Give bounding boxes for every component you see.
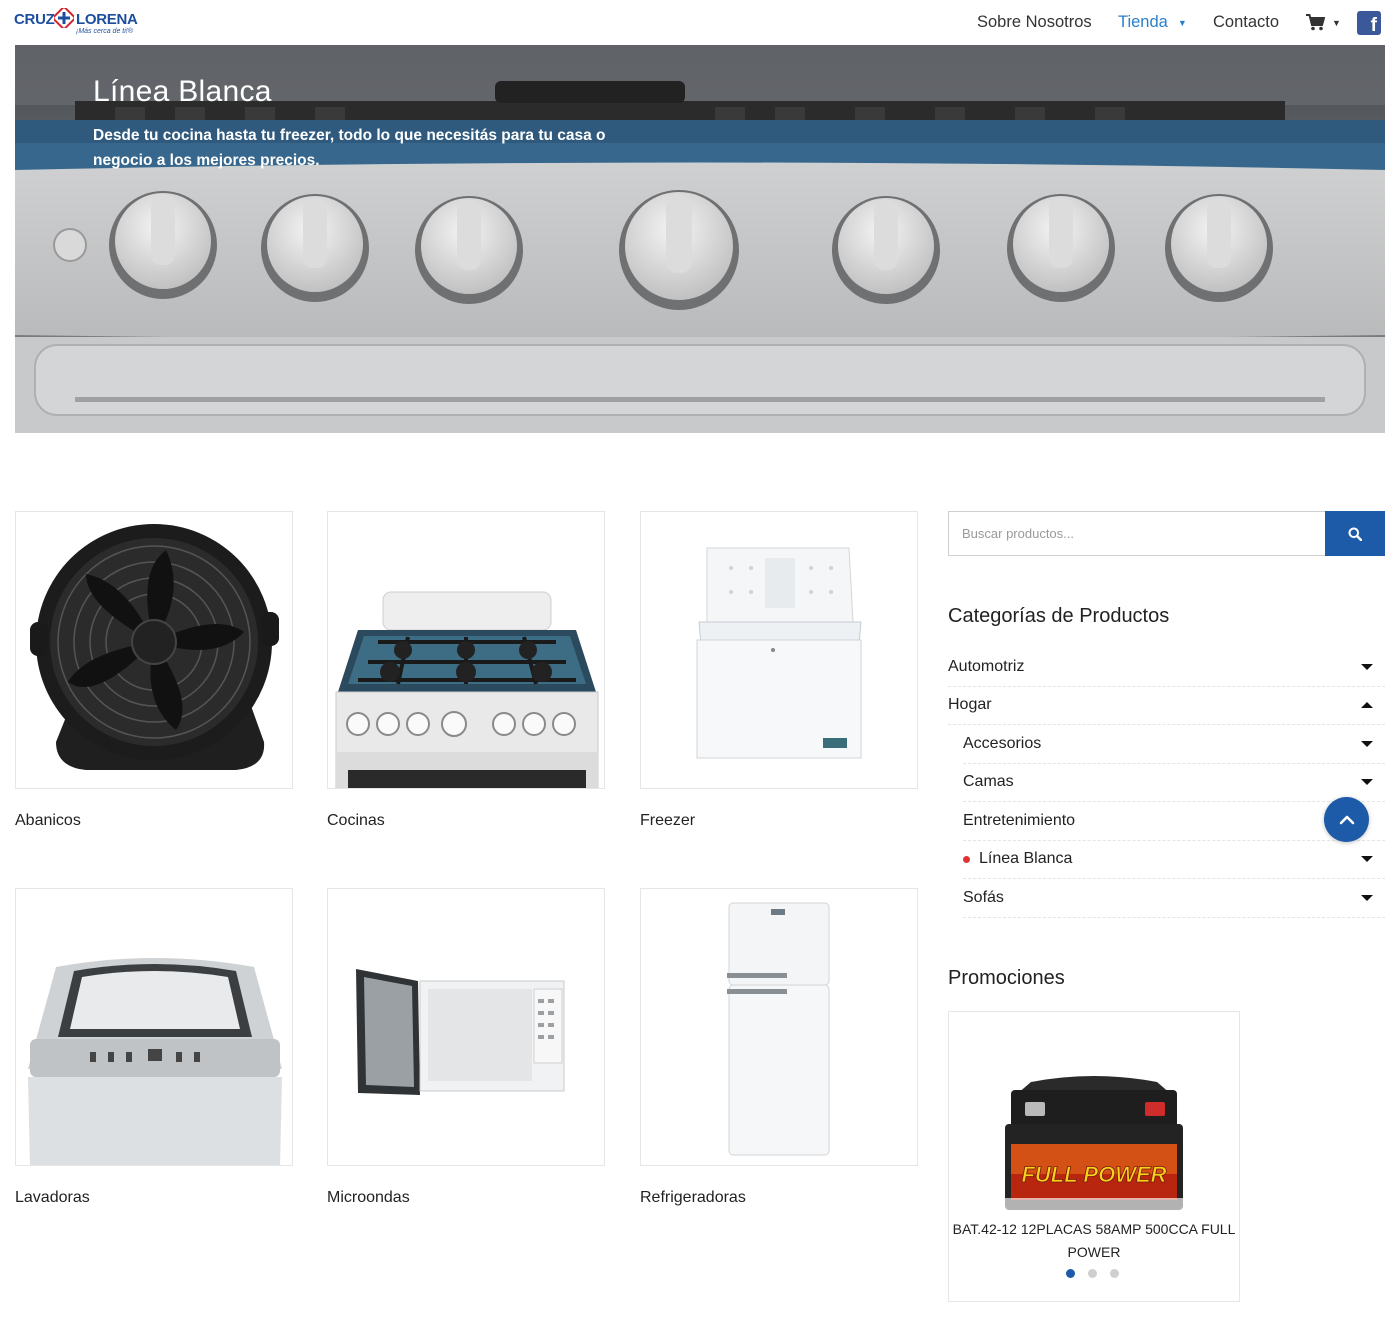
brand-tagline: ¡Más cerca de ti!®: [76, 28, 133, 35]
cart-icon: [1306, 14, 1325, 31]
product-card-cocinas[interactable]: Cocinas: [327, 511, 605, 829]
category-item-linea-blanca[interactable]: Línea Blanca: [963, 841, 1385, 879]
product-card-microondas[interactable]: Microondas: [327, 888, 605, 1206]
chevron-up-icon: [1339, 815, 1354, 824]
site-header: CRUZ LORENA ¡Más cerca de ti!® Sobre Nos…: [0, 0, 1400, 45]
category-label: Automotriz: [948, 657, 1025, 675]
promotions-heading: Promociones: [948, 967, 1065, 989]
product-card-refrigeradoras[interactable]: Refrigeradoras: [640, 888, 918, 1206]
product-name[interactable]: Microondas: [327, 1189, 410, 1207]
category-label: Camas: [963, 773, 1014, 791]
hero-banner: Línea Blanca Desde tu cocina hasta tu fr…: [15, 45, 1385, 433]
stove-icon: [335, 591, 599, 788]
caret-down-icon[interactable]: [1361, 856, 1373, 863]
fan-image[interactable]: [15, 511, 293, 789]
brand-cross-icon: [54, 8, 74, 28]
carousel-dot-1[interactable]: [1066, 1269, 1075, 1278]
stove-image[interactable]: [327, 511, 605, 789]
categories-heading: Categorías de Productos: [948, 605, 1170, 627]
brand-logo[interactable]: CRUZ LORENA ¡Más cerca de ti!®: [14, 7, 138, 39]
product-name[interactable]: Lavadoras: [15, 1189, 90, 1207]
carousel-dot-2[interactable]: [1088, 1269, 1097, 1278]
back-to-top-button[interactable]: [1324, 797, 1369, 842]
nav-shop-label: Tienda: [1118, 13, 1168, 31]
category-label: Entretenimiento: [963, 811, 1076, 829]
caret-down-icon: ▼: [1332, 17, 1341, 28]
fridge-image[interactable]: [640, 888, 918, 1166]
product-search: [948, 511, 1385, 556]
fan-icon: [30, 524, 279, 770]
microwave-image[interactable]: [327, 888, 605, 1166]
category-label: Línea Blanca: [979, 850, 1073, 868]
carousel-dots: [1066, 1269, 1119, 1278]
product-card-abanicos[interactable]: Abanicos: [15, 511, 293, 829]
search-icon: [1348, 527, 1362, 541]
brand-name-left: CRUZ: [14, 11, 55, 28]
product-name[interactable]: Cocinas: [327, 812, 385, 830]
category-list: Automotriz Hogar Accesorios Camas Entret…: [948, 648, 1385, 918]
facebook-icon: f: [1357, 10, 1381, 35]
promo-product-name[interactable]: BAT.42-12 12PLACAS 58AMP 500CCA FULL POW…: [949, 1218, 1239, 1264]
battery-brand-text: FULL POWER: [1021, 1162, 1166, 1187]
freezer-image[interactable]: [640, 511, 918, 789]
category-item-accesorios[interactable]: Accesorios: [963, 725, 1385, 764]
battery-image[interactable]: FULL POWER: [1001, 1074, 1187, 1214]
promo-carousel[interactable]: FULL POWER BAT.42-12 12PLACAS 58AMP 500C…: [948, 1011, 1240, 1302]
fridge-icon: [727, 902, 830, 1156]
caret-up-icon[interactable]: [1361, 702, 1373, 709]
caret-down-icon[interactable]: [1361, 740, 1373, 747]
product-card-freezer[interactable]: Freezer: [640, 511, 918, 829]
caret-down-icon: ▼: [1177, 17, 1187, 28]
category-label: Hogar: [948, 696, 992, 714]
category-item-entretenimiento[interactable]: Entretenimiento: [963, 802, 1385, 841]
search-button[interactable]: [1325, 511, 1385, 556]
category-item-hogar[interactable]: Hogar: [948, 687, 1385, 725]
caret-down-icon[interactable]: [1361, 663, 1373, 670]
hero-subtitle: Desde tu cocina hasta tu freezer, todo l…: [93, 127, 606, 169]
nav-shop-link[interactable]: Tienda ▼: [1118, 0, 1187, 45]
microwave-icon: [356, 969, 565, 1095]
product-card-lavadoras[interactable]: Lavadoras: [15, 888, 293, 1206]
nav-cart-button[interactable]: ▼: [1306, 0, 1341, 45]
product-name[interactable]: Abanicos: [15, 812, 81, 830]
hero-title: Línea Blanca: [93, 75, 272, 108]
brand-name-right: LORENA: [76, 11, 138, 28]
caret-down-icon[interactable]: [1361, 894, 1373, 901]
nav-about-link[interactable]: Sobre Nosotros: [977, 0, 1092, 45]
nav-contact-link[interactable]: Contacto: [1213, 0, 1279, 45]
product-name[interactable]: Freezer: [640, 812, 695, 830]
product-name[interactable]: Refrigeradoras: [640, 1189, 746, 1207]
carousel-dot-3[interactable]: [1110, 1269, 1119, 1278]
current-category-dot: [963, 855, 970, 863]
category-label: Accesorios: [963, 734, 1042, 752]
washer-icon: [28, 958, 282, 1165]
search-input[interactable]: [948, 511, 1326, 556]
freezer-icon: [696, 547, 862, 759]
caret-down-icon[interactable]: [1361, 779, 1373, 786]
category-item-camas[interactable]: Camas: [963, 764, 1385, 802]
category-item-automotriz[interactable]: Automotriz: [948, 648, 1385, 687]
category-item-sofas[interactable]: Sofás: [963, 879, 1385, 918]
washer-image[interactable]: [15, 888, 293, 1166]
facebook-link[interactable]: f: [1357, 0, 1381, 45]
category-label: Sofás: [963, 888, 1004, 906]
